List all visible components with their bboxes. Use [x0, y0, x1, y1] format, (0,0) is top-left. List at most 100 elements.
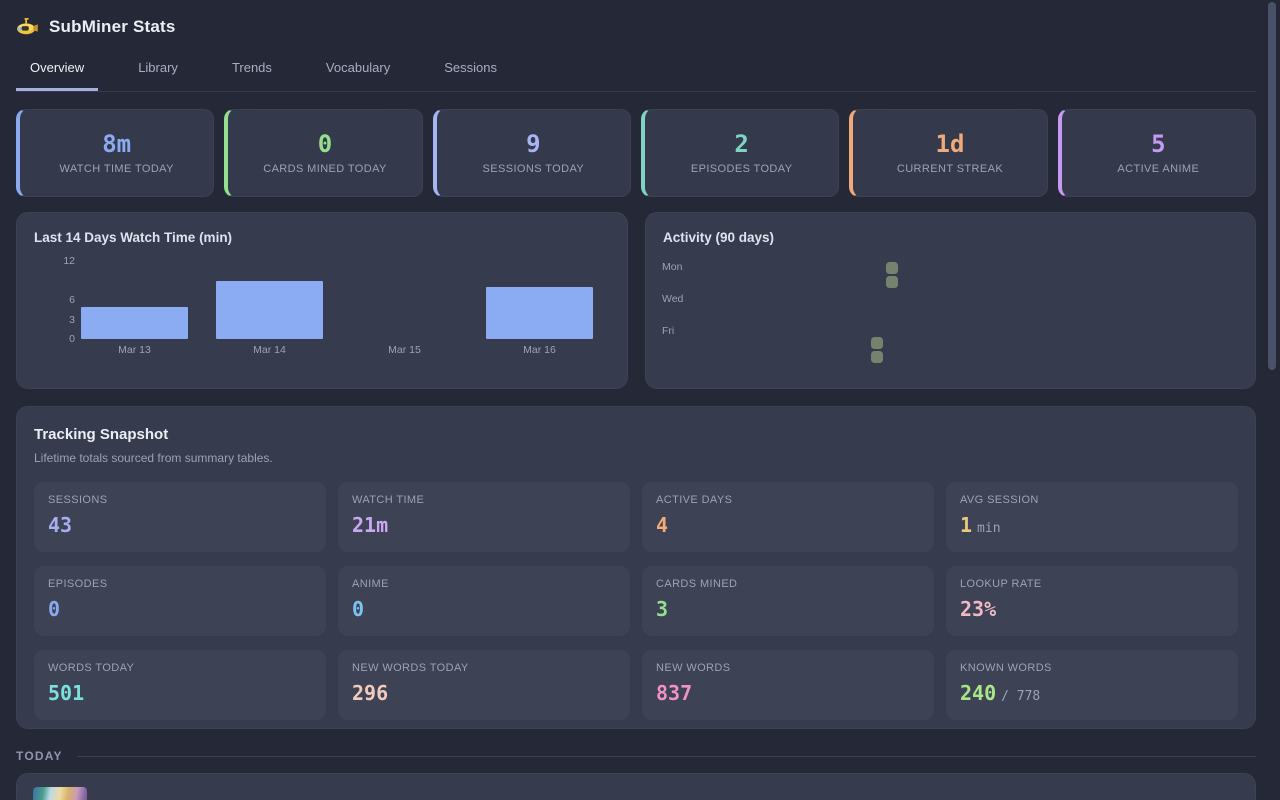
heatmap-active-cell [886, 262, 898, 274]
stat-value: 2 [734, 132, 748, 156]
tracking-card-value-row: 23% [960, 599, 1224, 619]
tracking-subtitle: Lifetime totals sourced from summary tab… [34, 451, 1238, 465]
stat-label: CARDS MINED TODAY [263, 163, 387, 175]
tracking-card-known-words: KNOWN WORDS240/ 778 [946, 650, 1238, 720]
tracking-card-unit: min [977, 521, 1000, 536]
today-section-header: TODAY [16, 749, 1256, 763]
tab-sessions[interactable]: Sessions [430, 54, 511, 91]
tracking-grid: SESSIONS 43 WATCH TIME 21m ACTIVE DAYS 4 AVG S… [34, 482, 1238, 720]
tracking-card-value: 296 [352, 683, 388, 703]
tracking-card-value: 0 [48, 599, 60, 619]
heatmap-day-label: Wed [662, 293, 683, 305]
stat-card-current-streak: 1d CURRENT STREAK [849, 109, 1047, 197]
tracking-card-value: 21m [352, 515, 388, 535]
chart-title: Last 14 Days Watch Time (min) [34, 230, 232, 245]
heatmap-day-label: Mon [662, 261, 682, 273]
stat-label: EPISODES TODAY [691, 163, 793, 175]
tracking-card-label: WORDS TODAY [48, 662, 312, 674]
tracking-card-label: SESSIONS [48, 494, 312, 506]
stat-label: WATCH TIME TODAY [59, 163, 173, 175]
tab-trends[interactable]: Trends [218, 54, 286, 91]
x-axis-label: Mar 13 [67, 344, 202, 356]
tab-bar: Overview Library Trends Vocabulary Sessions [16, 54, 1256, 91]
stat-value: 9 [526, 132, 540, 156]
activity-title: Activity (90 days) [663, 230, 774, 245]
tracking-card-new-words: NEW WORDS 837 [642, 650, 934, 720]
tracking-card-label: ACTIVE DAYS [656, 494, 920, 506]
tracking-snapshot-panel: Tracking Snapshot Lifetime totals source… [16, 406, 1256, 729]
stat-value: 5 [1151, 132, 1165, 156]
app-header: SubMiner Stats [16, 0, 1256, 40]
stat-cards-row: 8m WATCH TIME TODAY 0 CARDS MINED TODAY 9 SES… [16, 109, 1256, 197]
today-label: TODAY [16, 749, 63, 763]
tracking-card-value-row: 3 [656, 599, 920, 619]
tab-library[interactable]: Library [124, 54, 192, 91]
tracking-card-value-row: 21m [352, 515, 616, 535]
x-axis-label: Mar 14 [202, 344, 337, 356]
tracking-card-value: 837 [656, 683, 692, 703]
x-axis-label: Mar 15 [337, 344, 472, 356]
tabs-divider [16, 91, 1256, 92]
tracking-card-label: LOOKUP RATE [960, 578, 1224, 590]
tracking-card-label: EPISODES [48, 578, 312, 590]
tracking-card-secondary: / 778 [1001, 689, 1040, 704]
tracking-card-anime: ANIME 0 [338, 566, 630, 636]
tracking-card-words-today: WORDS TODAY 501 [34, 650, 326, 720]
stat-card-cards-mined-today: 0 CARDS MINED TODAY [224, 109, 422, 197]
heatmap-active-cell [871, 351, 883, 363]
tracking-card-value: 1 [960, 515, 972, 535]
heatmap-active-cell [886, 276, 898, 288]
stat-card-watch-time-today: 8m WATCH TIME TODAY [16, 109, 214, 197]
tracking-card-label: ANIME [352, 578, 616, 590]
tracking-card-label: AVG SESSION [960, 494, 1224, 506]
tracking-title: Tracking Snapshot [34, 424, 1238, 443]
x-axis-label: Mar 16 [472, 344, 607, 356]
page-title: SubMiner Stats [49, 17, 176, 37]
tracking-card-label: NEW WORDS TODAY [352, 662, 616, 674]
tracking-card-value: 0 [352, 599, 364, 619]
tracking-card-value: 4 [656, 515, 668, 535]
anime-episode-thumbnail [33, 787, 87, 800]
stat-value: 8m [102, 132, 131, 156]
chart-bar [216, 281, 323, 340]
tracking-card-value-row: 4 [656, 515, 920, 535]
submarine-icon [16, 18, 38, 36]
tracking-card-new-words-today: NEW WORDS TODAY 296 [338, 650, 630, 720]
today-session-card[interactable] [16, 773, 1256, 800]
stat-value: 0 [318, 132, 332, 156]
tracking-card-value: 23% [960, 599, 996, 619]
heatmap-day-label: Fri [662, 325, 674, 337]
tracking-card-label: CARDS MINED [656, 578, 920, 590]
stat-card-sessions-today: 9 SESSIONS TODAY [433, 109, 631, 197]
tracking-card-value-row: 837 [656, 683, 920, 703]
vertical-scrollbar-thumb[interactable] [1268, 2, 1276, 370]
tracking-card-value: 501 [48, 683, 84, 703]
tracking-card-value-row: 0 [352, 599, 616, 619]
tab-vocabulary[interactable]: Vocabulary [312, 54, 404, 91]
activity-heatmap-panel: Activity (90 days) Mon Wed Fri [645, 212, 1256, 389]
chart-bar [486, 287, 593, 339]
tracking-card-episodes: EPISODES 0 [34, 566, 326, 636]
watch-time-chart-panel: Last 14 Days Watch Time (min) 03612Mar 1… [16, 212, 628, 389]
tracking-card-value-row: 1 min [960, 515, 1224, 536]
tracking-card-cards-mined: CARDS MINED 3 [642, 566, 934, 636]
tracking-card-value-row: 43 [48, 515, 312, 535]
tracking-card-label: NEW WORDS [656, 662, 920, 674]
tracking-card-value: 240 [960, 683, 996, 703]
stat-value: 1d [936, 132, 965, 156]
y-axis-tick: 6 [35, 294, 75, 306]
stat-label: SESSIONS TODAY [483, 163, 585, 175]
chart-bar [81, 307, 188, 340]
tracking-card-label: WATCH TIME [352, 494, 616, 506]
heatmap-active-cell [871, 337, 883, 349]
tracking-card-value-row: 0 [48, 599, 312, 619]
y-axis-tick: 3 [35, 314, 75, 326]
stat-card-active-anime: 5 ACTIVE ANIME [1058, 109, 1256, 197]
tracking-card-sessions: SESSIONS 43 [34, 482, 326, 552]
tracking-card-value-row: 501 [48, 683, 312, 703]
tab-overview[interactable]: Overview [16, 54, 98, 91]
stat-label: ACTIVE ANIME [1117, 163, 1199, 175]
tracking-card-avg-session: AVG SESSION 1 min [946, 482, 1238, 552]
tracking-card-active-days: ACTIVE DAYS 4 [642, 482, 934, 552]
stat-label: CURRENT STREAK [897, 163, 1003, 175]
